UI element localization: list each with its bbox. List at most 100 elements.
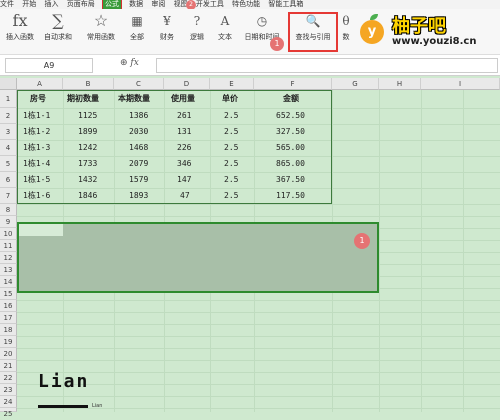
column-header[interactable]: F <box>254 78 332 90</box>
row-header[interactable]: 2 <box>0 108 17 124</box>
row-header[interactable]: 7 <box>0 188 17 204</box>
table-cell[interactable]: 117.50 <box>276 188 305 204</box>
formula-input[interactable] <box>156 58 498 73</box>
row-header[interactable]: 5 <box>0 156 17 172</box>
table-cell[interactable]: 1432 <box>78 172 97 188</box>
table-cell[interactable]: 1579 <box>129 172 148 188</box>
name-box[interactable]: A9 <box>5 58 93 73</box>
row-header[interactable]: 18 <box>0 324 17 336</box>
header-cell[interactable]: 期初数量 <box>67 91 99 107</box>
row-header[interactable]: 23 <box>0 384 17 396</box>
select-all-corner[interactable] <box>0 78 17 90</box>
table-cell[interactable]: 1栋1-2 <box>23 124 50 140</box>
row-header[interactable]: 16 <box>0 300 17 312</box>
row-header[interactable]: 4 <box>0 140 17 156</box>
table-cell[interactable]: 2030 <box>129 124 148 140</box>
table-cell[interactable]: 1栋1-6 <box>23 188 50 204</box>
table-cell[interactable]: 2.5 <box>224 108 238 124</box>
header-cell[interactable]: 金额 <box>283 91 299 107</box>
table-cell[interactable]: 131 <box>177 124 191 140</box>
menu-toolbox[interactable]: 智能工具箱 <box>268 0 303 9</box>
insert-function-button[interactable]: fx 插入函数 <box>3 11 37 42</box>
menu-file[interactable]: 文件 <box>0 0 14 9</box>
table-cell[interactable]: 1242 <box>78 140 97 156</box>
column-header[interactable]: D <box>164 78 210 90</box>
table-cell[interactable]: 565.00 <box>276 140 305 156</box>
fx-icon[interactable]: fx <box>130 58 138 68</box>
table-cell[interactable]: 1125 <box>78 108 97 124</box>
table-cell[interactable]: 367.50 <box>276 172 305 188</box>
row-header[interactable]: 14 <box>0 276 17 288</box>
menu-home[interactable]: 开始 <box>22 0 36 9</box>
table-cell[interactable]: 2.5 <box>224 188 238 204</box>
row-header[interactable]: 25 <box>0 408 17 418</box>
row-header[interactable]: 19 <box>0 336 17 348</box>
row-header[interactable]: 10 <box>0 228 17 240</box>
column-header[interactable]: I <box>421 78 500 90</box>
table-cell[interactable]: 2.5 <box>224 124 238 140</box>
column-header[interactable]: G <box>332 78 379 90</box>
column-header[interactable]: E <box>210 78 254 90</box>
menu-page-layout[interactable]: 页面布局 <box>67 0 95 9</box>
table-cell[interactable]: 346 <box>177 156 191 172</box>
header-cell[interactable]: 单价 <box>222 91 238 107</box>
column-header[interactable]: B <box>63 78 114 90</box>
active-cell-a9[interactable] <box>19 224 63 236</box>
menu-review[interactable]: 审阅 <box>151 0 165 9</box>
table-cell[interactable]: 1468 <box>129 140 148 156</box>
table-cell[interactable]: 327.50 <box>276 124 305 140</box>
row-header[interactable]: 6 <box>0 172 17 188</box>
table-cell[interactable]: 261 <box>177 108 191 124</box>
logical-button[interactable]: ? 逻辑 <box>185 11 209 42</box>
header-cell[interactable]: 使用量 <box>171 91 195 107</box>
table-cell[interactable]: 1846 <box>78 188 97 204</box>
table-cell[interactable]: 652.50 <box>276 108 305 124</box>
table-cell[interactable]: 1栋1-4 <box>23 156 50 172</box>
column-header[interactable]: C <box>114 78 164 90</box>
table-cell[interactable]: 47 <box>180 188 190 204</box>
table-cell[interactable]: 147 <box>177 172 191 188</box>
table-cell[interactable]: 1栋1-1 <box>23 108 50 124</box>
table-cell[interactable]: 2.5 <box>224 172 238 188</box>
table-cell[interactable]: 1386 <box>129 108 148 124</box>
row-header[interactable]: 15 <box>0 288 17 300</box>
table-cell[interactable]: 1899 <box>78 124 97 140</box>
table-cell[interactable]: 2.5 <box>224 140 238 156</box>
row-header[interactable]: 24 <box>0 396 17 408</box>
table-cell[interactable]: 1893 <box>129 188 148 204</box>
menu-developer[interactable]: 开发工具 <box>196 0 224 9</box>
all-functions-button[interactable]: ▦ 全部 <box>125 11 149 42</box>
menu-formulas[interactable]: 公式 <box>101 0 122 9</box>
table-cell[interactable]: 226 <box>177 140 191 156</box>
header-cell[interactable]: 房号 <box>30 91 46 107</box>
column-header[interactable]: A <box>17 78 63 90</box>
common-functions-button[interactable]: ☆ 常用函数 <box>82 11 120 42</box>
menu-data[interactable]: 数据 <box>129 0 143 9</box>
table-cell[interactable]: 1栋1-5 <box>23 172 50 188</box>
row-header[interactable]: 3 <box>0 124 17 140</box>
row-header[interactable]: 21 <box>0 360 17 372</box>
table-cell[interactable]: 2.5 <box>224 156 238 172</box>
menu-insert[interactable]: 插入 <box>44 0 58 9</box>
row-header[interactable]: 12 <box>0 252 17 264</box>
column-header[interactable]: H <box>379 78 421 90</box>
table-cell[interactable]: 865.00 <box>276 156 305 172</box>
table-cell[interactable]: 1栋1-3 <box>23 140 50 156</box>
row-header[interactable]: 8 <box>0 204 17 216</box>
header-cell[interactable]: 本期数量 <box>118 91 150 107</box>
row-header[interactable]: 1 <box>0 90 17 108</box>
table-cell[interactable]: 2079 <box>129 156 148 172</box>
row-header[interactable]: 11 <box>0 240 17 252</box>
text-button[interactable]: A 文本 <box>213 11 237 42</box>
math-button[interactable]: θ 数 <box>338 11 354 42</box>
table-cell[interactable]: 1733 <box>78 156 97 172</box>
zoom-icon[interactable]: ⊕ <box>120 58 128 68</box>
row-header[interactable]: 17 <box>0 312 17 324</box>
autosum-button[interactable]: ∑ 自动求和 <box>40 11 76 42</box>
selected-range[interactable] <box>17 222 379 293</box>
row-header[interactable]: 22 <box>0 372 17 384</box>
row-header[interactable]: 9 <box>0 216 17 228</box>
menu-features[interactable]: 特色功能 <box>232 0 260 9</box>
row-header[interactable]: 20 <box>0 348 17 360</box>
row-header[interactable]: 13 <box>0 264 17 276</box>
